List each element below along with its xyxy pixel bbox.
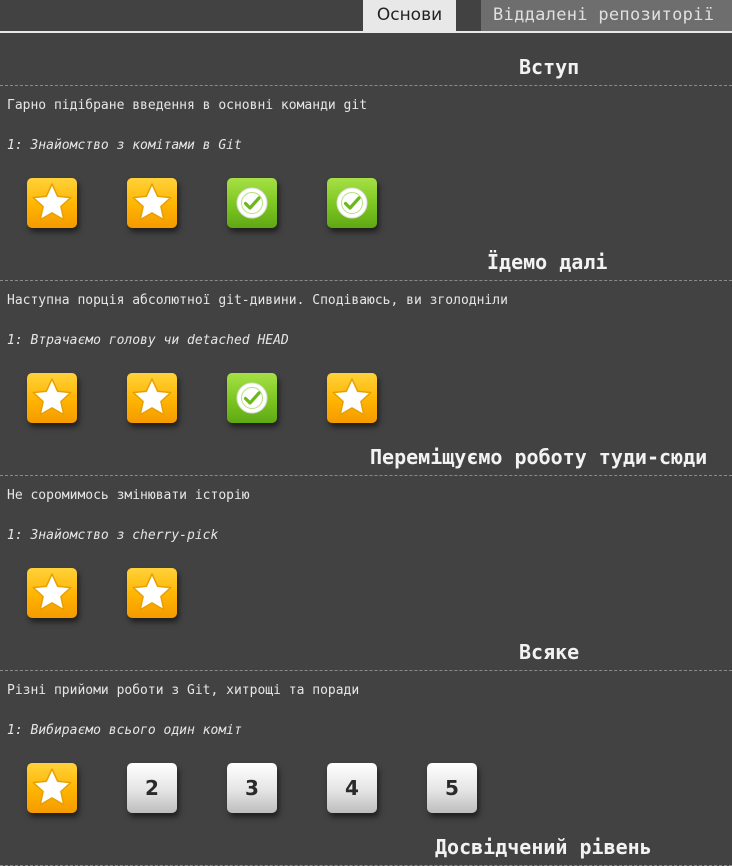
level-button[interactable]	[327, 178, 377, 228]
level-number: 5	[445, 776, 459, 800]
level-button[interactable]: 5	[427, 763, 477, 813]
level-number: 3	[245, 776, 259, 800]
level-button[interactable]	[127, 568, 177, 618]
section-header-misc: Всяке	[0, 619, 732, 671]
level-button[interactable]	[27, 763, 77, 813]
level-button[interactable]	[27, 178, 77, 228]
section-title: Всяке	[519, 640, 580, 664]
level-button[interactable]: 4	[327, 763, 377, 813]
section-description: Наступна порція абсолютної git-дивини. С…	[7, 293, 508, 308]
section-header-intro: Вступ	[0, 34, 732, 86]
section-title: Вступ	[519, 55, 580, 79]
section-header-moving-work: Переміщуємо роботу туди-сюди	[0, 424, 732, 476]
section-header-moving-on: Їдемо далі	[0, 229, 732, 281]
level-button[interactable]: 3	[227, 763, 277, 813]
tab-bar: Основи Віддалені репозиторії	[0, 0, 732, 33]
section-title: Досвідчений рівень	[435, 835, 652, 859]
level-subtitle: 1: Вибираємо всього один коміт	[7, 723, 242, 738]
level-button[interactable]	[227, 373, 277, 423]
level-button[interactable]	[127, 178, 177, 228]
level-subtitle: 1: Втрачаємо голову чи detached HEAD	[7, 333, 289, 348]
level-button[interactable]: 2	[127, 763, 177, 813]
level-button[interactable]	[27, 568, 77, 618]
section-description: Гарно підібране введення в основні коман…	[7, 98, 368, 113]
section-description: Не соромимось змінювати історію	[7, 488, 250, 503]
tab-basics[interactable]: Основи	[363, 0, 456, 31]
level-number: 4	[345, 776, 359, 800]
level-button[interactable]	[327, 373, 377, 423]
level-subtitle: 1: Знайомство з комітами в Git	[7, 138, 242, 153]
level-number: 2	[145, 776, 159, 800]
level-subtitle: 1: Знайомство з cherry-pick	[7, 528, 219, 543]
section-description: Різні прийоми роботи з Git, хитрощі та п…	[7, 683, 360, 698]
level-button[interactable]	[127, 373, 177, 423]
section-header-advanced: Досвідчений рівень	[0, 814, 732, 866]
tab-remote[interactable]: Віддалені репозиторії	[481, 0, 732, 31]
level-button[interactable]	[27, 373, 77, 423]
level-button[interactable]	[227, 178, 277, 228]
section-title: Їдемо далі	[487, 250, 608, 274]
section-title: Переміщуємо роботу туди-сюди	[370, 445, 708, 469]
